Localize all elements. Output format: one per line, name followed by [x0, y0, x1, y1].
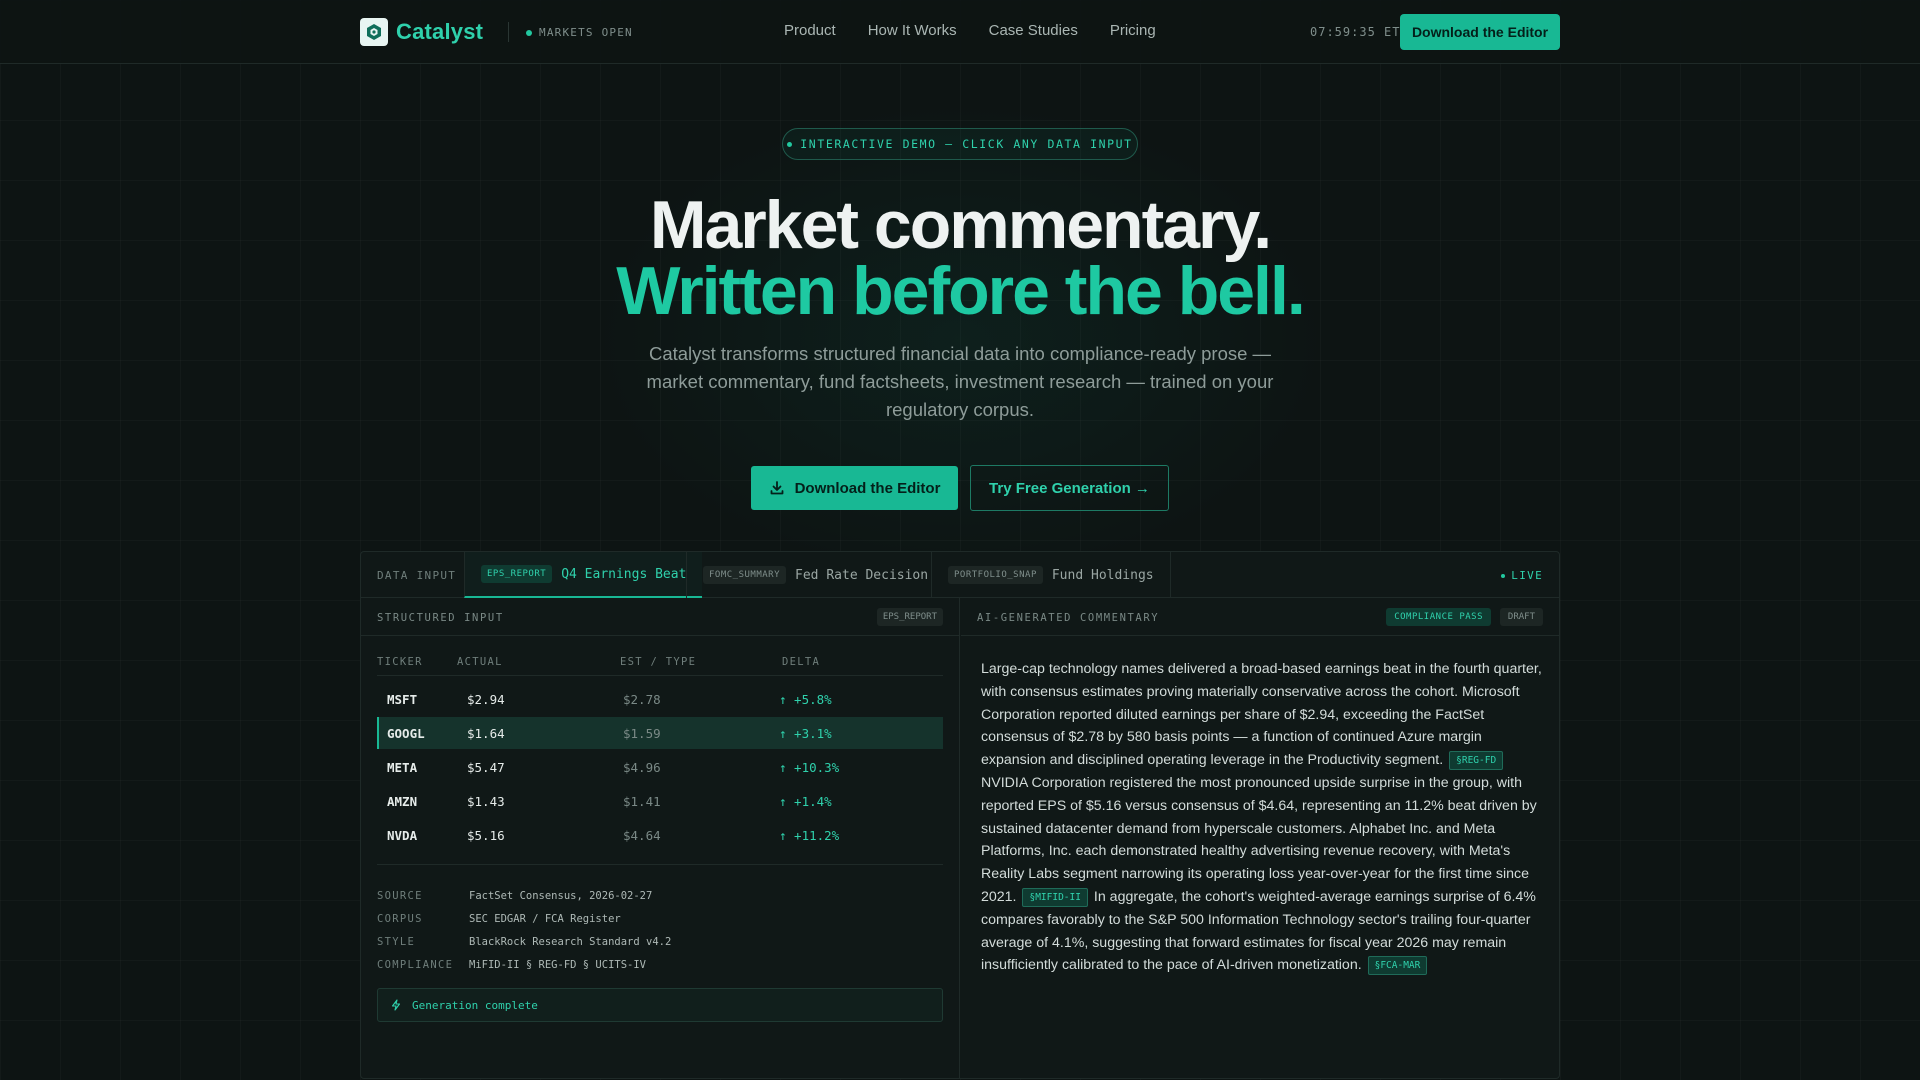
demo-pill: INTERACTIVE DEMO — CLICK ANY DATA INPUT — [782, 128, 1138, 160]
citation-tag[interactable]: §MIFID-II — [1022, 887, 1088, 907]
compliance-pass-badge: COMPLIANCE PASS — [1386, 608, 1491, 626]
actual-cell: $1.64 — [467, 726, 505, 741]
meta-key: COMPLIANCE — [377, 959, 454, 971]
generated-commentary: Large-cap technology names delivered a b… — [981, 658, 1543, 977]
download-editor-label: Download the Editor — [794, 479, 941, 497]
column-header: EST / TYPE — [620, 656, 697, 668]
delta-cell: ↑ +11.2% — [779, 828, 840, 843]
meta-key: CORPUS — [377, 913, 423, 925]
table-header: TICKER ACTUAL EST / TYPE DELTA — [377, 654, 943, 676]
estimate-cell: $1.41 — [623, 794, 661, 809]
ticker-cell: GOOGL — [387, 726, 425, 741]
column-header: ACTUAL — [457, 656, 503, 668]
input-tag: EPS_REPORT — [876, 608, 943, 626]
hero-subtitle: Catalyst transforms structured financial… — [646, 343, 1274, 420]
citation-tag[interactable]: §FCA-MAR — [1367, 956, 1428, 976]
actual-cell: $5.47 — [467, 760, 505, 775]
pill-dot-icon — [787, 141, 793, 147]
delta-cell: ↑ +1.4% — [779, 794, 832, 809]
status-dot-icon — [526, 29, 532, 36]
meta-key: SOURCE — [377, 890, 423, 902]
meta-value: FactSet Consensus, 2026-02-27 — [469, 890, 653, 902]
input-title: STRUCTURED INPUT — [377, 612, 504, 624]
data-input-label: DATA INPUT — [377, 569, 457, 582]
nav-download-button[interactable]: Download the Editor — [1400, 14, 1560, 50]
tab-label: Fund Holdings — [1051, 567, 1154, 583]
input-header: STRUCTURED INPUT EPS_REPORT — [361, 598, 959, 636]
live-dot-icon — [1501, 573, 1506, 578]
table-row[interactable]: NVDA $5.16 $4.64 ↑ +11.2% — [377, 819, 943, 851]
live-indicator: LIVE — [1501, 569, 1543, 582]
structured-input-pane: STRUCTURED INPUT EPS_REPORT TICKER ACTUA… — [361, 598, 960, 1078]
generation-status: Generation complete — [377, 988, 943, 1022]
bolt-icon — [391, 999, 401, 1011]
estimate-cell: $4.64 — [623, 828, 661, 843]
tab-q4-earnings[interactable]: EPS_REPORT Q4 Earnings Beat — [464, 552, 703, 598]
tab-fed-rate[interactable]: FOMC_SUMMARY Fed Rate Decision — [686, 552, 944, 598]
estimate-cell: $4.96 — [623, 760, 661, 775]
try-free-generation-button[interactable]: Try Free Generation → — [970, 465, 1169, 511]
download-icon — [770, 481, 783, 495]
table-row-selected[interactable]: GOOGL $1.64 $1.59 ↑ +3.1% — [377, 717, 943, 749]
tab-tag: FOMC_SUMMARY — [703, 566, 787, 584]
commentary-paragraph: NVIDIA Corporation registered the most p… — [981, 774, 1537, 905]
nav-link-product[interactable]: Product — [784, 22, 836, 39]
actual-cell: $2.94 — [467, 692, 505, 707]
demo-tabbar: DATA INPUT EPS_REPORT Q4 Earnings Beat F… — [361, 552, 1559, 598]
live-label: LIVE — [1511, 569, 1543, 582]
commentary-header: AI-GENERATED COMMENTARY COMPLIANCE PASS … — [961, 598, 1559, 636]
brand-name: Catalyst — [396, 19, 484, 44]
tab-label: Q4 Earnings Beat — [561, 566, 687, 582]
meta-value: MiFID-II § REG-FD § UCITS-IV — [469, 959, 647, 971]
market-status: MARKETS OPEN — [526, 26, 633, 39]
table-row[interactable]: META $5.47 $4.96 ↑ +10.3% — [377, 751, 943, 783]
estimate-cell: $2.78 — [623, 692, 661, 707]
demo-pill-label: INTERACTIVE DEMO — CLICK ANY DATA INPUT — [800, 137, 1133, 151]
tab-label: Fed Rate Decision — [795, 567, 929, 583]
tab-tag: PORTFOLIO_SNAP — [948, 566, 1043, 584]
logo-icon — [360, 18, 388, 46]
nav-links: Product How It Works Case Studies Pricin… — [784, 22, 1156, 39]
nav-link-case-studies[interactable]: Case Studies — [989, 22, 1078, 39]
table-divider — [377, 864, 943, 865]
ticker-cell: META — [387, 760, 418, 775]
nav-link-how-it-works[interactable]: How It Works — [868, 22, 957, 39]
market-status-label: MARKETS OPEN — [539, 26, 633, 39]
table-row[interactable]: MSFT $2.94 $2.78 ↑ +5.8% — [377, 683, 943, 715]
estimate-cell: $1.59 — [623, 726, 661, 741]
table-row[interactable]: AMZN $1.43 $1.41 ↑ +1.4% — [377, 785, 943, 817]
actual-cell: $1.43 — [467, 794, 505, 809]
meta-key: STYLE — [377, 936, 416, 948]
ticker-cell: AMZN — [387, 794, 418, 809]
column-header: TICKER — [377, 656, 423, 668]
ticker-cell: MSFT — [387, 692, 418, 707]
column-header: DELTA — [782, 656, 821, 668]
tab-tag: EPS_REPORT — [481, 565, 553, 583]
commentary-title: AI-GENERATED COMMENTARY — [977, 612, 1160, 624]
hero-title-line2: Written before the bell. — [616, 253, 1305, 329]
meta-value: SEC EDGAR / FCA Register — [469, 913, 621, 925]
nav-divider — [508, 22, 509, 42]
delta-cell: ↑ +3.1% — [779, 726, 832, 741]
citation-tag[interactable]: §REG-FD — [1449, 751, 1504, 771]
generation-status-label: Generation complete — [412, 998, 538, 1012]
draft-badge: DRAFT — [1499, 608, 1543, 626]
market-clock: 07:59:35 ET — [1310, 25, 1401, 39]
delta-cell: ↑ +10.3% — [779, 760, 840, 775]
nav-link-pricing[interactable]: Pricing — [1110, 22, 1156, 39]
demo-panel: DATA INPUT EPS_REPORT Q4 Earnings Beat F… — [360, 551, 1560, 1079]
ticker-cell: NVDA — [387, 828, 418, 843]
delta-cell: ↑ +5.8% — [779, 692, 832, 707]
brand-logo[interactable]: Catalyst — [360, 18, 483, 46]
top-nav: Catalyst MARKETS OPEN Product How It Wor… — [0, 0, 1920, 64]
meta-value: BlackRock Research Standard v4.2 — [469, 936, 672, 948]
download-editor-button[interactable]: Download the Editor — [751, 466, 958, 510]
actual-cell: $5.16 — [467, 828, 505, 843]
tab-fund-holdings[interactable]: PORTFOLIO_SNAP Fund Holdings — [931, 552, 1171, 598]
commentary-pane: AI-GENERATED COMMENTARY COMPLIANCE PASS … — [961, 598, 1559, 1078]
